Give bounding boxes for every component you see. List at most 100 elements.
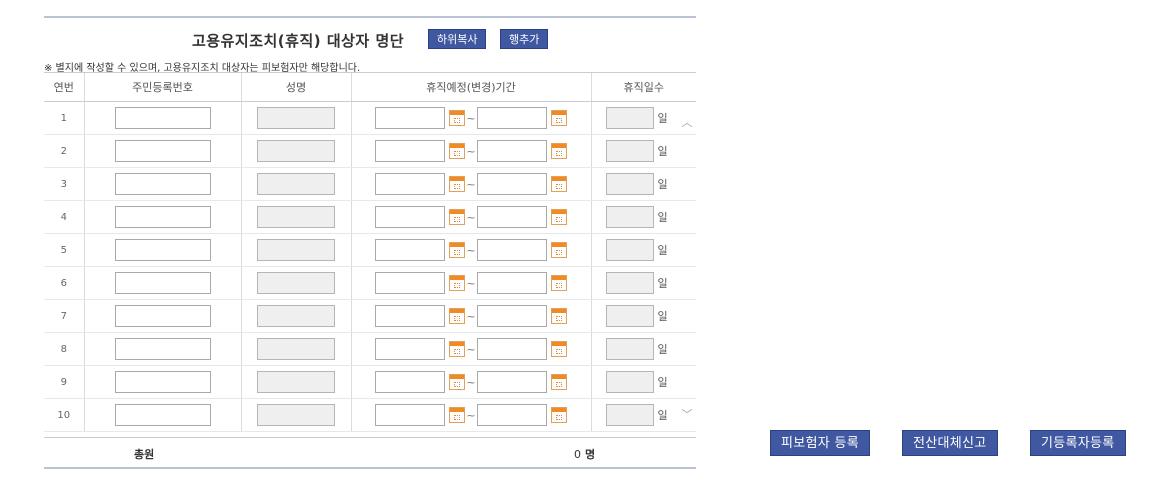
resident-number-input[interactable] <box>114 272 211 294</box>
total-unit: 명 <box>585 448 596 461</box>
calendar-icon[interactable] <box>551 275 567 291</box>
resident-number-input[interactable] <box>114 371 211 393</box>
resident-number-input[interactable] <box>114 338 211 360</box>
calendar-icon[interactable] <box>449 209 465 225</box>
leave-days-cell: 일 <box>590 200 696 234</box>
register-existing-button[interactable]: 기등록자등록 <box>1030 430 1126 456</box>
calendar-icon[interactable] <box>551 143 567 159</box>
page-title: 고용유지조치(휴직) 대상자 명단 <box>192 32 405 50</box>
leave-days-field <box>605 239 654 261</box>
calendar-icon[interactable] <box>551 341 567 357</box>
calendar-icon[interactable] <box>551 209 567 225</box>
range-separator: ~ <box>466 342 476 356</box>
leave-end-input[interactable] <box>477 107 547 129</box>
days-unit: 일 <box>657 310 668 323</box>
leave-start-input[interactable] <box>375 173 445 195</box>
calendar-icon[interactable] <box>551 110 567 126</box>
days-unit: 일 <box>657 343 668 356</box>
calendar-icon[interactable] <box>449 341 465 357</box>
calendar-icon[interactable] <box>449 110 465 126</box>
leave-start-input[interactable] <box>375 338 445 360</box>
leave-start-input[interactable] <box>375 305 445 327</box>
col-header-leave-days: 휴직일수 <box>590 72 696 102</box>
leave-days-field <box>605 107 654 129</box>
resident-number-cell <box>83 200 241 234</box>
resident-number-input[interactable] <box>114 239 211 261</box>
leave-start-input[interactable] <box>375 371 445 393</box>
leave-end-input[interactable] <box>477 371 547 393</box>
row-number: 5 <box>44 233 84 267</box>
range-separator: ~ <box>466 210 476 224</box>
row-number: 7 <box>44 299 84 333</box>
leave-start-input[interactable] <box>375 206 445 228</box>
calendar-icon[interactable] <box>551 374 567 390</box>
calendar-icon[interactable] <box>551 242 567 258</box>
leave-end-input[interactable] <box>477 272 547 294</box>
leave-days-field <box>605 206 654 228</box>
chevron-down-icon[interactable]: ﹀ <box>680 408 694 422</box>
leave-start-input[interactable] <box>375 107 445 129</box>
register-insured-button[interactable]: 피보험자 등록 <box>770 430 870 456</box>
resident-number-input[interactable] <box>114 305 211 327</box>
days-unit: 일 <box>657 145 668 158</box>
leave-days-field <box>605 338 654 360</box>
col-header-no: 연번 <box>44 72 84 102</box>
calendar-icon[interactable] <box>449 308 465 324</box>
name-field <box>257 206 335 228</box>
leave-start-input[interactable] <box>375 140 445 162</box>
calendar-icon[interactable] <box>551 308 567 324</box>
leave-start-input[interactable] <box>375 239 445 261</box>
leave-end-input[interactable] <box>477 239 547 261</box>
table-row: 6 ~ 일 <box>44 266 696 300</box>
name-field <box>257 173 335 195</box>
table-header-row: 연번 주민등록번호 성명 휴직예정(변경)기간 휴직일수 <box>44 72 696 102</box>
calendar-icon[interactable] <box>551 176 567 192</box>
calendar-icon[interactable] <box>449 176 465 192</box>
resident-number-input[interactable] <box>114 140 211 162</box>
calendar-icon[interactable] <box>449 242 465 258</box>
leave-start-input[interactable] <box>375 272 445 294</box>
leave-end-input[interactable] <box>477 338 547 360</box>
name-cell <box>240 365 351 399</box>
calendar-icon[interactable] <box>449 143 465 159</box>
resident-number-input[interactable] <box>114 173 211 195</box>
calendar-icon[interactable] <box>551 407 567 423</box>
copy-down-button[interactable]: 하위복사 <box>428 29 487 49</box>
table-row: 9 ~ 일 <box>44 365 696 399</box>
row-number: 2 <box>44 134 84 168</box>
leave-end-input[interactable] <box>477 404 547 426</box>
range-separator: ~ <box>466 177 476 191</box>
leave-end-input[interactable] <box>477 206 547 228</box>
leave-period-cell: ~ <box>350 266 591 300</box>
leave-start-input[interactable] <box>375 404 445 426</box>
chevron-up-icon[interactable]: ︿ <box>680 116 694 130</box>
leave-period-cell: ~ <box>350 134 591 168</box>
resident-number-input[interactable] <box>114 107 211 129</box>
days-unit: 일 <box>657 409 668 422</box>
resident-number-cell <box>83 266 241 300</box>
resident-number-input[interactable] <box>114 206 211 228</box>
leave-end-input[interactable] <box>477 140 547 162</box>
leave-days-cell: 일 <box>590 233 696 267</box>
leave-days-cell: 일 <box>590 299 696 333</box>
leave-end-input[interactable] <box>477 305 547 327</box>
days-unit: 일 <box>657 112 668 125</box>
calendar-icon[interactable] <box>449 275 465 291</box>
add-row-button[interactable]: 행추가 <box>500 29 549 49</box>
leave-days-cell: 일 <box>590 167 696 201</box>
leave-days-field <box>605 404 654 426</box>
electronic-report-button[interactable]: 전산대체신고 <box>902 430 998 456</box>
row-number: 8 <box>44 332 84 366</box>
leave-period-cell: ~ <box>350 233 591 267</box>
leave-end-input[interactable] <box>477 173 547 195</box>
calendar-icon[interactable] <box>449 374 465 390</box>
range-separator: ~ <box>466 408 476 422</box>
employee-table: 연번 주민등록번호 성명 휴직예정(변경)기간 휴직일수 1 ~ 일 2 ~ 일 3 ~ 일 4 ~… <box>44 72 696 432</box>
resident-number-input[interactable] <box>114 404 211 426</box>
leave-period-cell: ~ <box>350 332 591 366</box>
resident-number-cell <box>83 365 241 399</box>
calendar-icon[interactable] <box>449 407 465 423</box>
row-number: 3 <box>44 167 84 201</box>
col-header-leave-period: 휴직예정(변경)기간 <box>350 72 591 102</box>
table-row: 3 ~ 일 <box>44 167 696 201</box>
